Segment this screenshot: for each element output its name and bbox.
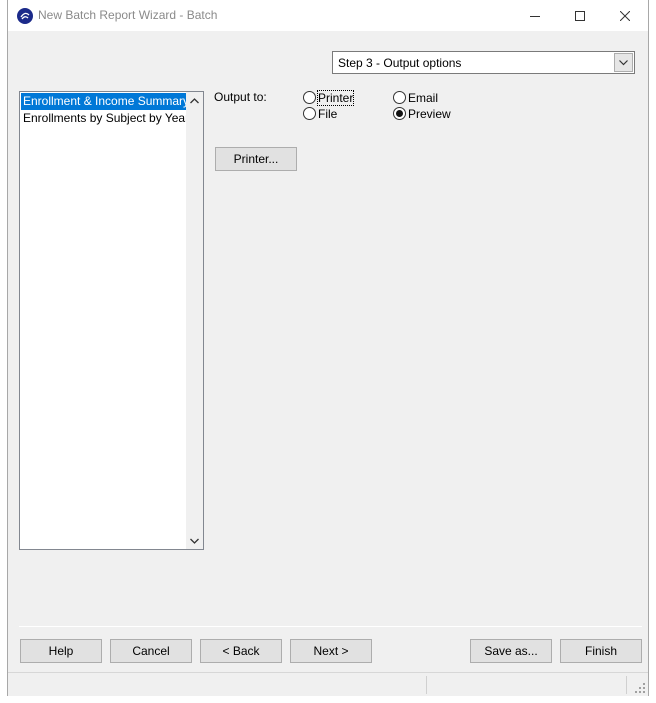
save-as-button[interactable]: Save as... [470,639,552,663]
email-radio-label[interactable]: Email [408,91,438,105]
help-button[interactable]: Help [20,639,102,663]
radio-circle[interactable] [393,91,406,104]
list-item[interactable]: Enrollment & Income Summary [21,93,186,110]
title-bar[interactable]: New Batch Report Wizard - Batch [8,0,648,31]
file-radio[interactable]: File [303,106,337,121]
window-title: New Batch Report Wizard - Batch [38,8,218,22]
chevron-down-icon[interactable] [614,53,633,72]
printer-setup-button[interactable]: Printer... [215,147,297,171]
file-radio-label[interactable]: File [318,107,337,121]
radio-circle[interactable] [393,107,406,120]
scroll-up-icon[interactable] [186,92,203,109]
finish-button[interactable]: Finish [560,639,642,663]
back-button[interactable]: < Back [200,639,282,663]
email-radio[interactable]: Email [393,90,438,105]
preview-radio[interactable]: Preview [393,106,451,121]
radio-circle[interactable] [303,107,316,120]
preview-radio-label[interactable]: Preview [408,107,451,121]
minimize-icon[interactable] [512,0,558,31]
next-button[interactable]: Next > [290,639,372,663]
cancel-button[interactable]: Cancel [110,639,192,663]
list-item[interactable]: Enrollments by Subject by Year [21,110,186,127]
wizard-app-icon [17,8,33,24]
maximize-icon[interactable] [557,0,603,31]
resize-grip-icon[interactable] [634,682,646,694]
wizard-window: New Batch Report Wizard - Batch Step 3 -… [7,0,649,696]
vertical-scrollbar[interactable] [186,92,203,549]
printer-radio-label[interactable]: Printer [316,89,355,106]
radio-circle[interactable] [303,91,316,104]
status-divider [426,676,427,694]
printer-radio[interactable]: Printer [303,89,355,106]
output-to-label: Output to: [214,90,267,104]
close-icon[interactable] [602,0,648,31]
status-divider [626,676,627,694]
step-dropdown[interactable]: Step 3 - Output options [332,51,635,74]
step-dropdown-value: Step 3 - Output options [338,56,462,70]
status-bar [8,672,648,696]
footer-divider [19,626,642,627]
report-list[interactable]: Enrollment & Income Summary Enrollments … [19,91,204,550]
scroll-down-icon[interactable] [186,532,203,549]
